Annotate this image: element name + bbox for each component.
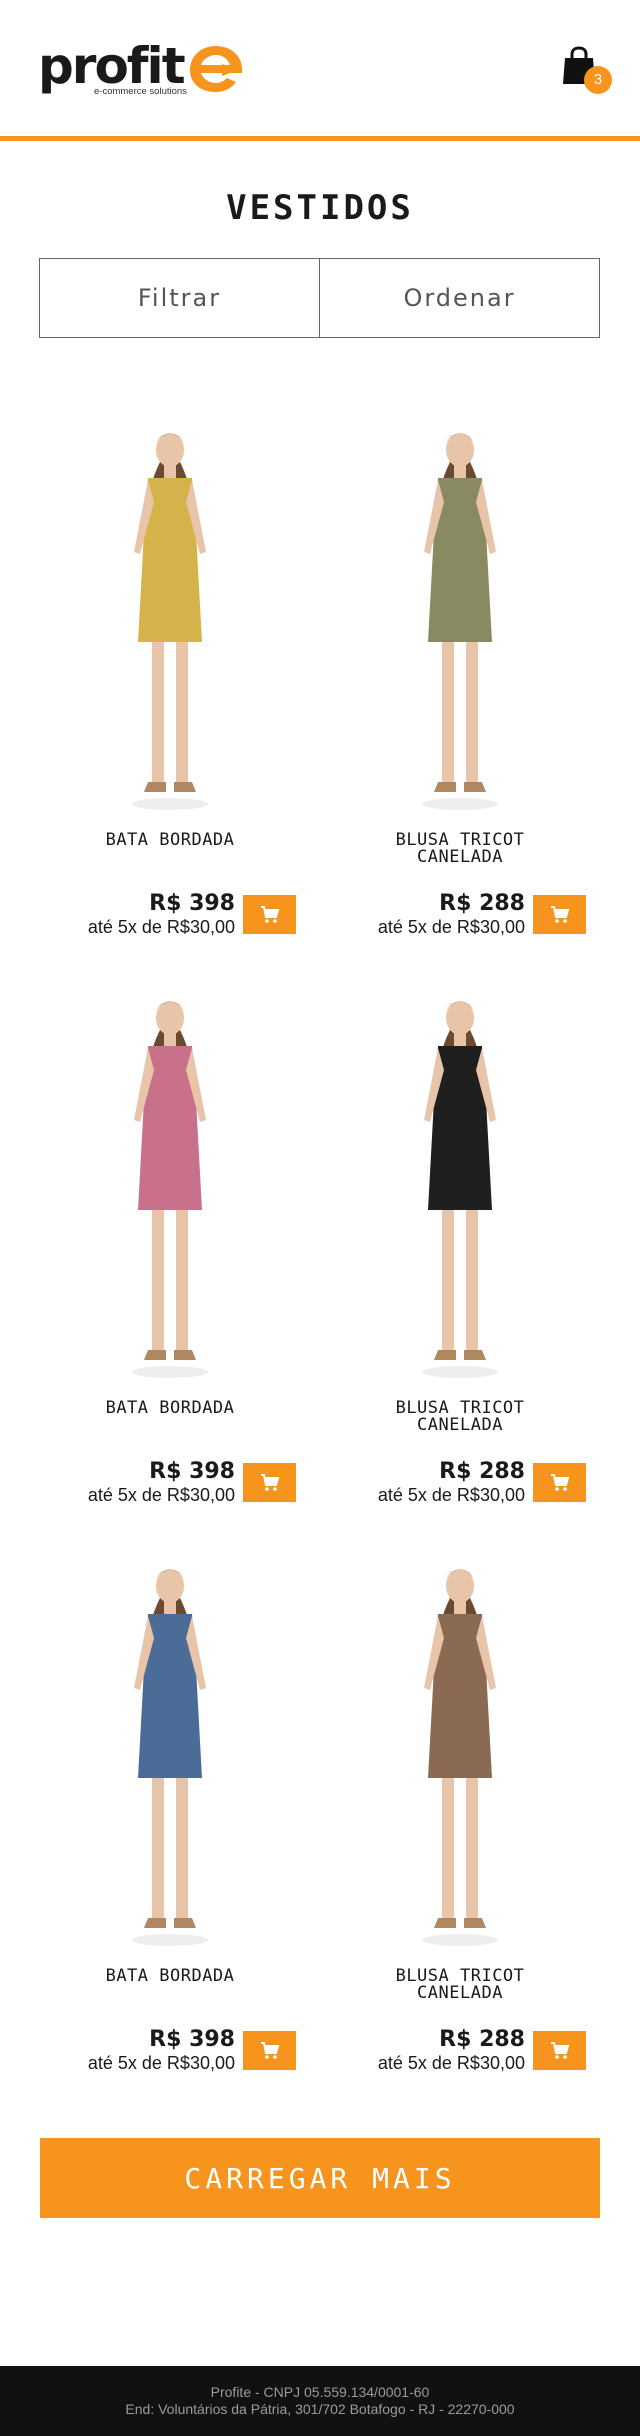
cart-count-badge: 3	[584, 66, 612, 94]
header: profit e-commerce solutions 3	[0, 0, 640, 141]
product-price: R$ 398	[149, 1459, 235, 1484]
add-to-cart-button[interactable]	[243, 895, 296, 934]
add-to-cart-button[interactable]	[243, 1463, 296, 1502]
filter-sort-bar: Filtrar Ordenar	[39, 258, 600, 338]
product-card[interactable]: BATA BORDADA R$ 398 até 5x de R$30,00	[20, 980, 320, 1520]
product-price: R$ 398	[149, 2027, 235, 2052]
product-photo[interactable]	[80, 980, 260, 1380]
product-installments: até 5x de R$30,00	[87, 1485, 235, 1505]
cart-icon	[260, 905, 279, 923]
product-price: R$ 398	[149, 891, 235, 916]
header-divider	[0, 136, 640, 141]
product-name[interactable]: BLUSA TRICOT CANELADA	[310, 1400, 610, 1434]
cart-button[interactable]: 3	[562, 46, 614, 96]
product-name[interactable]: BLUSA TRICOT CANELADA	[310, 1968, 610, 2002]
sort-button[interactable]: Ordenar	[319, 259, 599, 337]
cart-icon	[550, 1473, 569, 1491]
add-to-cart-button[interactable]	[533, 895, 586, 934]
add-to-cart-button[interactable]	[243, 2031, 296, 2070]
add-to-cart-button[interactable]	[533, 1463, 586, 1502]
product-name[interactable]: BATA BORDADA	[20, 832, 320, 849]
footer-address-line: End: Voluntários da Pátria, 301/702 Bota…	[125, 2401, 515, 2417]
filter-button[interactable]: Filtrar	[40, 259, 319, 337]
product-photo[interactable]	[370, 980, 550, 1380]
cart-icon	[260, 2041, 279, 2059]
product-name[interactable]: BATA BORDADA	[20, 1968, 320, 1985]
footer: Profite - CNPJ 05.559.134/0001-60 End: V…	[0, 2366, 640, 2436]
product-card[interactable]: BLUSA TRICOT CANELADA R$ 288 até 5x de R$3…	[310, 412, 610, 952]
page-title: VESTIDOS	[226, 188, 414, 228]
product-installments: até 5x de R$30,00	[87, 917, 235, 937]
product-price: R$ 288	[439, 891, 525, 916]
cart-icon	[260, 1473, 279, 1491]
cart-icon	[550, 2041, 569, 2059]
footer-company-line: Profite - CNPJ 05.559.134/0001-60	[210, 2384, 430, 2400]
brand-e-mark-icon	[190, 46, 242, 92]
cart-icon	[550, 905, 569, 923]
product-price: R$ 288	[439, 1459, 525, 1484]
product-photo[interactable]	[80, 1548, 260, 1948]
product-photo[interactable]	[370, 1548, 550, 1948]
product-price: R$ 288	[439, 2027, 525, 2052]
product-card[interactable]: BLUSA TRICOT CANELADA R$ 288 até 5x de R$3…	[310, 1548, 610, 2088]
product-card[interactable]: BATA BORDADA R$ 398 até 5x de R$30,00	[20, 412, 320, 952]
add-to-cart-button[interactable]	[533, 2031, 586, 2070]
brand-logo[interactable]: profit e-commerce solutions	[38, 38, 242, 98]
product-installments: até 5x de R$30,00	[87, 2053, 235, 2073]
product-installments: até 5x de R$30,00	[377, 2053, 525, 2073]
load-more-button[interactable]: CARREGAR MAIS	[40, 2138, 600, 2218]
brand-tagline: e-commerce solutions	[94, 86, 187, 97]
product-card[interactable]: BLUSA TRICOT CANELADA R$ 288 até 5x de R$3…	[310, 980, 610, 1520]
product-name[interactable]: BLUSA TRICOT CANELADA	[310, 832, 610, 866]
product-photo[interactable]	[80, 412, 260, 812]
product-installments: até 5x de R$30,00	[377, 1485, 525, 1505]
product-name[interactable]: BATA BORDADA	[20, 1400, 320, 1417]
product-installments: até 5x de R$30,00	[377, 917, 525, 937]
product-card[interactable]: BATA BORDADA R$ 398 até 5x de R$30,00	[20, 1548, 320, 2088]
product-photo[interactable]	[370, 412, 550, 812]
